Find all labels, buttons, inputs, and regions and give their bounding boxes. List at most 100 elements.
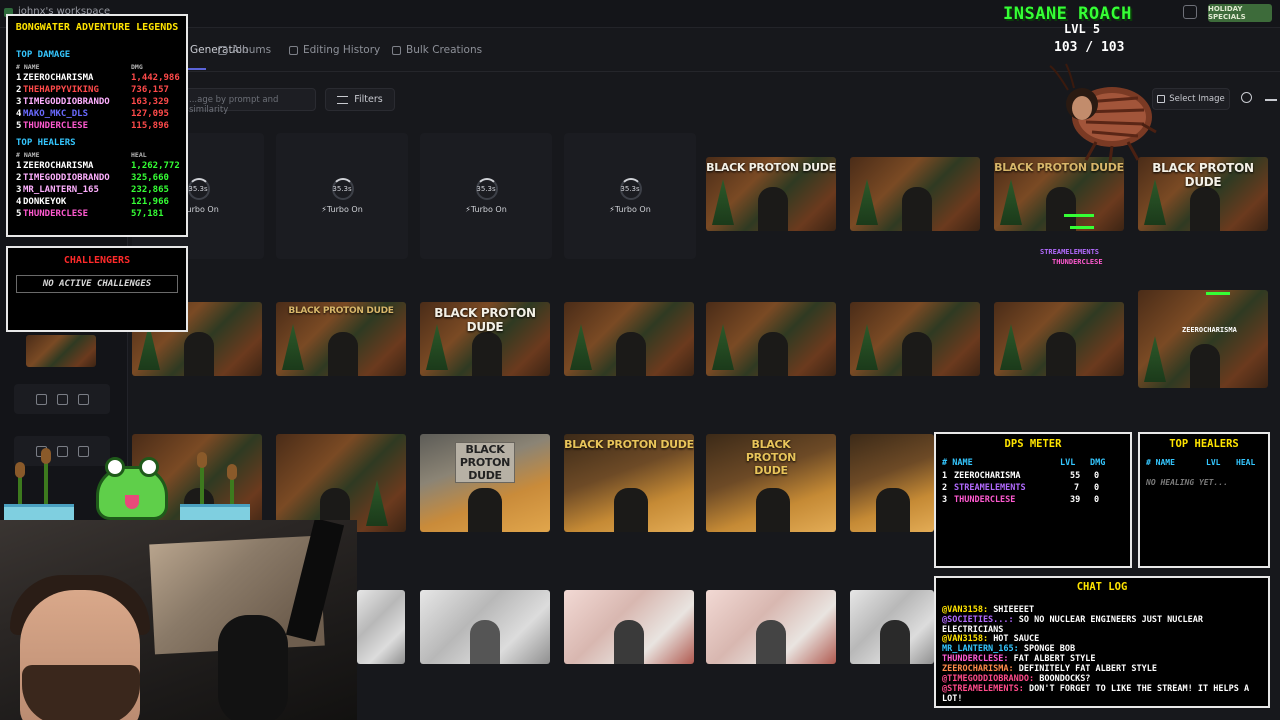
history-icon — [289, 45, 298, 55]
column-header: # NAME — [942, 458, 973, 468]
image-caption: BLACK PROTON DUDE — [745, 438, 797, 477]
turbo-status: ⚡Turbo On — [321, 205, 363, 214]
generated-image[interactable] — [850, 157, 980, 231]
dps-level: 7 — [1074, 483, 1080, 493]
top-healers-title: TOP HEALERS — [1169, 438, 1239, 450]
healer-row: 5 THUNDERCLESE 57,181 — [16, 209, 164, 219]
tab-editing-history[interactable]: Editing History — [289, 44, 380, 56]
player-hp-bar — [1064, 214, 1094, 217]
apple-icon[interactable] — [77, 393, 89, 405]
dps-rank: 3 — [942, 495, 948, 505]
generated-image[interactable] — [1138, 290, 1268, 388]
figure — [472, 332, 502, 376]
challengers-title: CHALLENGERS — [63, 255, 131, 266]
collapse-icon[interactable] — [1265, 99, 1277, 101]
water — [180, 504, 250, 520]
generated-image[interactable] — [706, 590, 836, 664]
christmas-tree — [1000, 324, 1022, 370]
dps-damage: 0 — [1094, 483, 1100, 493]
figure — [758, 332, 788, 376]
image-caption: BLACK PROTON DUDE — [434, 306, 536, 334]
christmas-tree — [282, 324, 304, 370]
figure — [614, 620, 644, 664]
generated-image[interactable]: BLACK PROTON DUDE — [994, 157, 1124, 231]
album-icon — [218, 45, 227, 55]
christmas-tree — [712, 324, 734, 370]
christmas-tree — [570, 324, 592, 370]
generated-image[interactable] — [706, 302, 836, 376]
image-icon[interactable] — [35, 393, 47, 405]
search-input[interactable]: ...age by prompt and similarity — [178, 88, 316, 115]
damage-row: 4 MAKO_MKC_DLS 127,095 — [16, 109, 169, 119]
generated-image[interactable]: BLACK PROTON DUDE — [706, 434, 836, 532]
damage-row: 3 TIMEGODDIOBRANDO 163,329 — [16, 97, 169, 107]
boss-level: LVL 5 — [1064, 22, 1101, 36]
frog-mascot — [4, 432, 254, 520]
image-caption: BLACK PROTON DUDE — [1152, 161, 1254, 189]
stack-icon — [392, 45, 401, 55]
figure — [470, 620, 500, 664]
christmas-tree — [712, 179, 734, 225]
figure — [616, 332, 646, 376]
image-caption: BLACK PROTON DUDE — [564, 438, 694, 451]
pending-generation: 35.3s ⚡Turbo On — [564, 133, 696, 259]
tab-bulk-creations[interactable]: Bulk Creations — [392, 44, 482, 56]
sidebar-thumbnail[interactable] — [26, 335, 96, 367]
figure — [184, 332, 214, 376]
generated-image[interactable] — [850, 302, 980, 376]
generated-image[interactable] — [564, 590, 694, 664]
generated-image[interactable]: BLACK PROTON DUDE — [1138, 157, 1268, 231]
sidebar-tool-row[interactable] — [14, 384, 110, 414]
generated-image[interactable]: BLACK PROTON DUDE — [276, 302, 406, 376]
christmas-tree — [366, 480, 388, 526]
tab-albums[interactable]: Albums — [218, 44, 271, 56]
figure — [468, 488, 502, 532]
dps-damage: 0 — [1094, 471, 1100, 481]
generated-image[interactable] — [850, 590, 934, 664]
player-tag: ZEEROCHARISMA — [1182, 326, 1237, 334]
select-image-button[interactable]: Select Image — [1152, 88, 1230, 110]
turbo-status: ⚡Turbo On — [465, 205, 507, 214]
microphone — [218, 615, 288, 720]
healer-row: 1 ZEEROCHARISMA 1,262,772 — [16, 161, 180, 171]
generated-image[interactable]: BLACK PROTON DUDE — [420, 302, 550, 376]
generated-image[interactable]: BLACK PROTON DUDE — [706, 157, 836, 231]
turbo-status: ⚡Turbo On — [609, 205, 651, 214]
image-caption: BLACK PROTON DUDE — [288, 306, 394, 316]
generated-image[interactable] — [850, 434, 934, 532]
generated-image[interactable]: BLACK PROTON DUDE — [420, 434, 550, 532]
generated-image[interactable] — [276, 434, 406, 532]
frog-icon — [96, 457, 168, 520]
frog-eye — [139, 457, 159, 477]
figure — [1046, 332, 1076, 376]
filters-button[interactable]: Filters — [325, 88, 395, 111]
top-healers-panel: TOP HEALERS # NAME LVL HEAL NO HEALING Y… — [1138, 432, 1270, 568]
top-healers-heading: TOP HEALERS — [16, 138, 76, 148]
figure — [902, 332, 932, 376]
no-challenges-message: NO ACTIVE CHALLENGES — [16, 275, 178, 293]
star-icon[interactable] — [56, 393, 68, 405]
no-healing-message: NO HEALING YET... — [1146, 478, 1228, 487]
column-header: DMG — [1090, 458, 1106, 468]
pending-generation: 35.3s ⚡Turbo On — [276, 133, 408, 259]
generated-image[interactable] — [420, 590, 550, 664]
dps-rank: 2 — [942, 483, 948, 493]
dps-level: 39 — [1070, 495, 1081, 505]
column-header: LVL — [1060, 458, 1076, 468]
generated-image[interactable]: BLACK PROTON DUDE — [564, 434, 694, 532]
generation-timer: 35.3s — [476, 185, 496, 193]
generated-image[interactable] — [994, 302, 1124, 376]
cattail — [197, 452, 207, 510]
gift-icon[interactable] — [1183, 5, 1197, 19]
generated-image[interactable] — [357, 590, 405, 664]
player-hp-bar — [1070, 226, 1094, 229]
holiday-specials-button[interactable]: HOLIDAY SPECIALS — [1208, 4, 1272, 22]
column-header: # NAME — [16, 151, 40, 159]
damage-row: 5 THUNDERCLESE 115,896 — [16, 121, 169, 131]
boss-name: INSANE ROACH — [1003, 4, 1132, 24]
figure — [758, 187, 788, 231]
generated-image[interactable] — [564, 302, 694, 376]
zoom-icon[interactable] — [1241, 92, 1252, 103]
damage-row: 2 THEHAPPYVIKING 736,157 — [16, 85, 169, 95]
image-caption: BLACK PROTON DUDE — [455, 442, 515, 483]
